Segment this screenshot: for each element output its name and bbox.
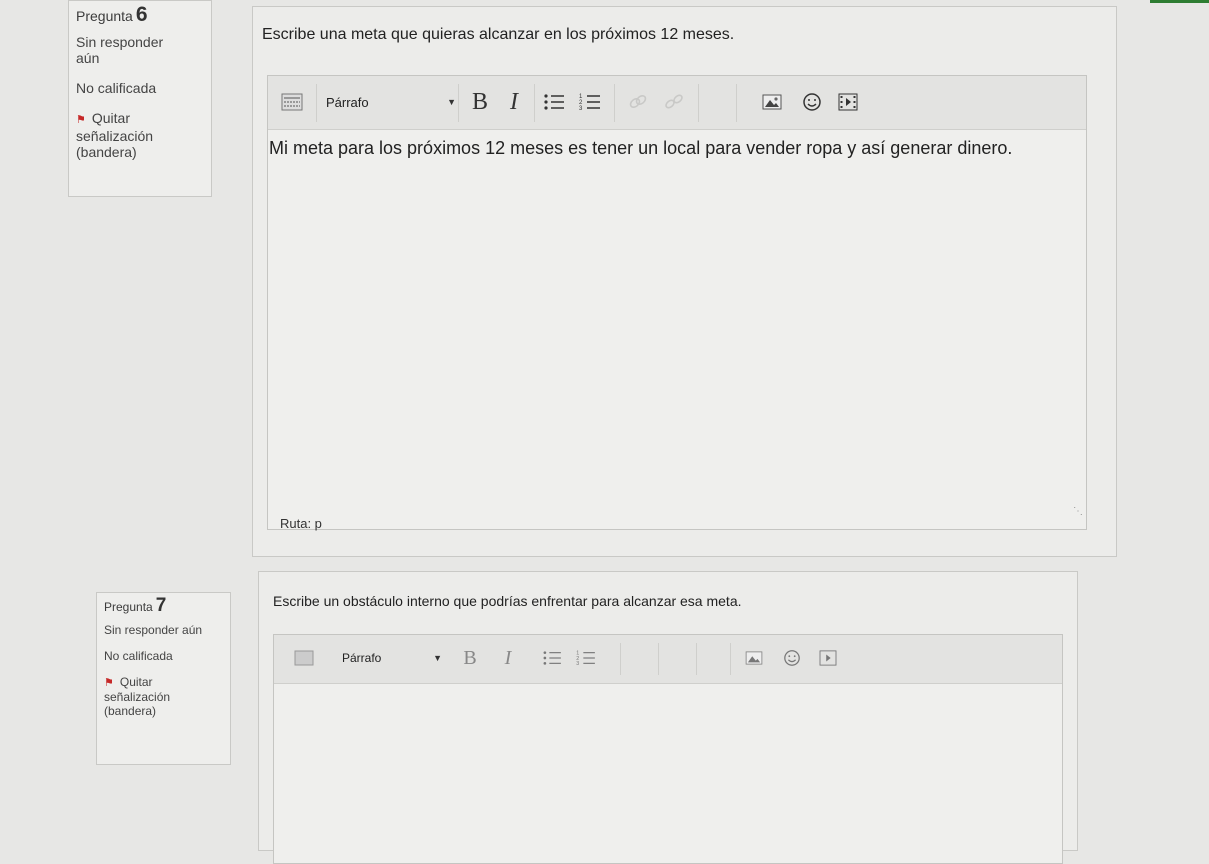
- bullet-list-icon: [543, 651, 561, 665]
- flag-icon: ⚑: [104, 677, 114, 689]
- question-7-content: Escribe un obstáculo interno que podrías…: [258, 571, 1078, 864]
- bullet-list-icon: [544, 94, 564, 110]
- question-state: Sin responder aún: [76, 34, 164, 66]
- numbered-list-icon: 123: [576, 650, 595, 666]
- answer-editor: Párrafo ▼ B I 123: [273, 634, 1063, 864]
- dropdown-caret-icon: ▼: [433, 653, 442, 663]
- paragraph-format-label: Párrafo: [326, 94, 369, 110]
- editor-toolbar: Párrafo ▼ B I 123: [268, 76, 1086, 130]
- bullet-list-button[interactable]: [540, 90, 568, 114]
- italic-button[interactable]: I: [496, 645, 520, 671]
- question-7-info: Pregunta 7 Sin responder aún No calificad…: [96, 592, 231, 765]
- flag-icon: ⚑: [76, 114, 86, 126]
- svg-text:3: 3: [576, 661, 579, 666]
- question-6-content: Escribe una meta que quieras alcanzar en…: [252, 6, 1117, 557]
- italic-button[interactable]: I: [500, 88, 528, 116]
- numbered-list-icon: 123: [579, 94, 600, 111]
- editor-path: Ruta: p: [280, 516, 322, 531]
- resize-handle-icon[interactable]: ⋱: [1073, 506, 1083, 517]
- media-icon: [819, 650, 837, 666]
- emoji-icon: [784, 650, 800, 666]
- paragraph-format-dropdown[interactable]: Párrafo ▼: [326, 90, 456, 114]
- question-6-info: Pregunta 6 Sin responder aún No calificad…: [68, 0, 212, 197]
- unlink-icon: [665, 94, 683, 109]
- numbered-list-button[interactable]: 123: [576, 90, 604, 114]
- answer-editor: Párrafo ▼ B I 123: [267, 75, 1087, 531]
- question-text: Escribe una meta que quieras alcanzar en…: [262, 26, 735, 43]
- toggle-toolbar-button[interactable]: [278, 90, 306, 114]
- media-icon: [838, 93, 858, 111]
- emoji-button[interactable]: [780, 647, 804, 669]
- emoji-icon: [803, 93, 821, 111]
- toggle-toolbar-icon: [294, 650, 314, 666]
- image-icon: [745, 651, 763, 665]
- paragraph-format-label: Párrafo: [342, 651, 382, 665]
- media-button[interactable]: [816, 647, 840, 669]
- numbered-list-button[interactable]: 123: [574, 647, 598, 669]
- image-icon: [762, 94, 782, 110]
- answer-text[interactable]: Mi meta para los próximos 12 meses es te…: [269, 134, 1069, 162]
- emoji-button[interactable]: [798, 90, 826, 114]
- remove-flag-link[interactable]: ⚑ Quitar señalización (bandera): [76, 110, 191, 160]
- bold-button[interactable]: B: [458, 645, 482, 671]
- link-button[interactable]: [624, 90, 652, 114]
- remove-flag-label: Quitar señalización (bandera): [76, 110, 154, 160]
- toggle-toolbar-icon: [281, 93, 303, 111]
- question-grade: No calificada: [104, 649, 173, 663]
- question-state: Sin responder aún: [104, 623, 203, 637]
- top-accent-bar: [1150, 0, 1209, 3]
- svg-text:3: 3: [579, 106, 583, 111]
- remove-flag-link[interactable]: ⚑ Quitar señalización (bandera): [104, 675, 204, 718]
- question-grade: No calificada: [76, 80, 157, 96]
- bold-button[interactable]: B: [466, 88, 494, 116]
- question-text: Escribe un obstáculo interno que podrías…: [273, 593, 742, 609]
- bullet-list-button[interactable]: [540, 647, 564, 669]
- question-number: Pregunta 6: [76, 3, 148, 26]
- toggle-toolbar-button[interactable]: [292, 647, 316, 669]
- answer-text[interactable]: [284, 689, 1044, 839]
- editor-toolbar: Párrafo ▼ B I 123: [274, 635, 1062, 684]
- question-number: Pregunta 7: [104, 595, 167, 616]
- dropdown-caret-icon: ▼: [447, 97, 456, 107]
- link-icon: [629, 95, 647, 108]
- unlink-button[interactable]: [660, 90, 688, 114]
- image-button[interactable]: [758, 90, 786, 114]
- paragraph-format-dropdown[interactable]: Párrafo ▼: [342, 647, 442, 669]
- image-button[interactable]: [742, 647, 766, 669]
- media-button[interactable]: [834, 90, 862, 114]
